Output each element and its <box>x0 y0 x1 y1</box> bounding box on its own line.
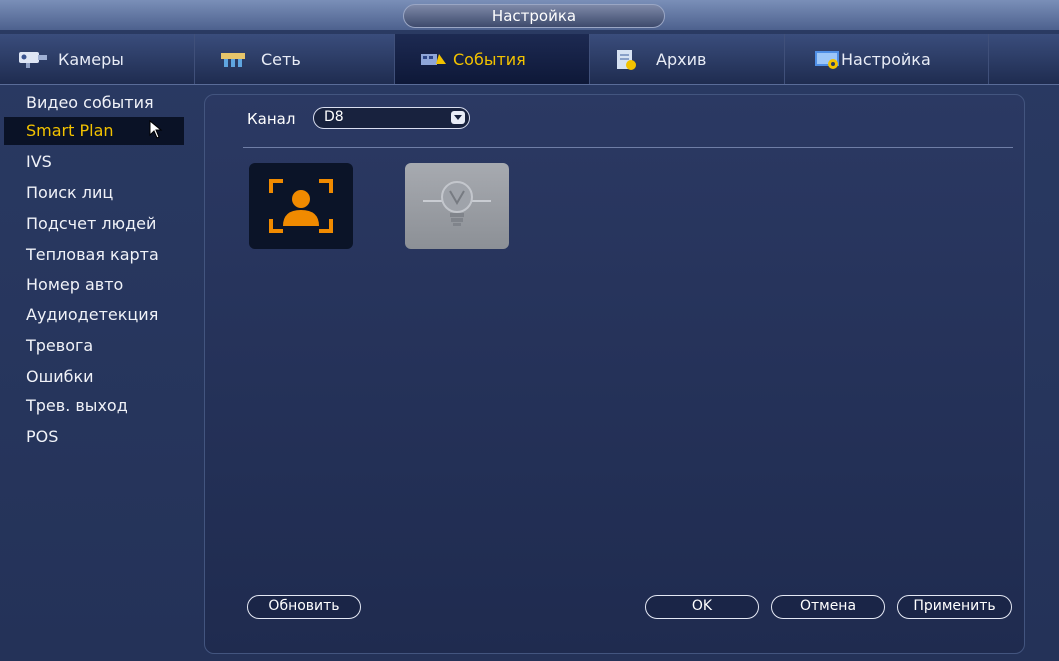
sidebar-item-heat-map[interactable]: Тепловая карта <box>4 241 159 269</box>
sidebar-item-label: Smart Plan <box>26 121 114 140</box>
tab-archive[interactable]: Архив <box>590 34 785 84</box>
sidebar-item-video-events[interactable]: Видео события <box>4 89 154 117</box>
channel-select[interactable]: D8 <box>313 107 470 129</box>
settings-icon <box>813 48 841 70</box>
tab-settings[interactable]: Настройка <box>785 34 989 84</box>
tab-network[interactable]: Сеть <box>195 34 395 84</box>
apply-button[interactable]: Применить <box>897 595 1012 619</box>
main-tab-bar: Камеры Сеть События Архив Настройка <box>0 34 1059 85</box>
tab-network-label: Сеть <box>261 49 301 69</box>
face-detection-icon <box>249 179 353 253</box>
title-bar: Настройка <box>0 0 1059 30</box>
window-title: Настройка <box>403 4 665 28</box>
tab-events-label: События <box>453 49 526 69</box>
lightbulb-plan-tile[interactable] <box>405 163 509 249</box>
sidebar-item-people-count[interactable]: Подсчет людей <box>4 210 156 238</box>
settings-window: Настройка Камеры Сеть События Архив Наст… <box>0 0 1059 661</box>
channel-select-value: D8 <box>324 109 344 125</box>
chevron-down-icon <box>451 111 465 124</box>
channel-label: Канал <box>247 110 296 128</box>
sidebar-item-smart-plan[interactable]: Smart Plan <box>4 117 184 145</box>
lightbulb-icon <box>405 181 509 253</box>
sidebar-item-ivs[interactable]: IVS <box>4 148 52 176</box>
mouse-cursor-icon <box>149 119 163 149</box>
smart-plan-panel: Канал D8 Обновить OK Отмена Применить <box>204 94 1025 654</box>
tab-cameras-label: Камеры <box>58 49 124 69</box>
tab-settings-label: Настройка <box>841 49 931 69</box>
tab-cameras[interactable]: Камеры <box>0 34 195 84</box>
sidebar-item-errors[interactable]: Ошибки <box>4 363 94 391</box>
refresh-button[interactable]: Обновить <box>247 595 361 619</box>
sidebar-item-alarm[interactable]: Тревога <box>4 332 93 360</box>
sidebar: Видео события Smart Plan IVS Поиск лиц П… <box>0 85 192 661</box>
face-detection-plan-tile[interactable] <box>249 163 353 249</box>
sidebar-item-face-search[interactable]: Поиск лиц <box>4 179 113 207</box>
sidebar-item-pos[interactable]: POS <box>4 423 58 451</box>
ok-button[interactable]: OK <box>645 595 759 619</box>
events-icon <box>419 48 447 70</box>
archive-icon <box>614 48 642 70</box>
tab-archive-label: Архив <box>656 49 707 69</box>
sidebar-item-audio-detection[interactable]: Аудиодетекция <box>4 301 158 329</box>
camera-icon <box>16 48 47 70</box>
tab-events[interactable]: События <box>395 34 590 84</box>
divider <box>243 147 1013 148</box>
network-icon <box>219 48 247 70</box>
cancel-button[interactable]: Отмена <box>771 595 885 619</box>
sidebar-item-alarm-output[interactable]: Трев. выход <box>4 392 128 420</box>
sidebar-item-plate-number[interactable]: Номер авто <box>4 271 123 299</box>
